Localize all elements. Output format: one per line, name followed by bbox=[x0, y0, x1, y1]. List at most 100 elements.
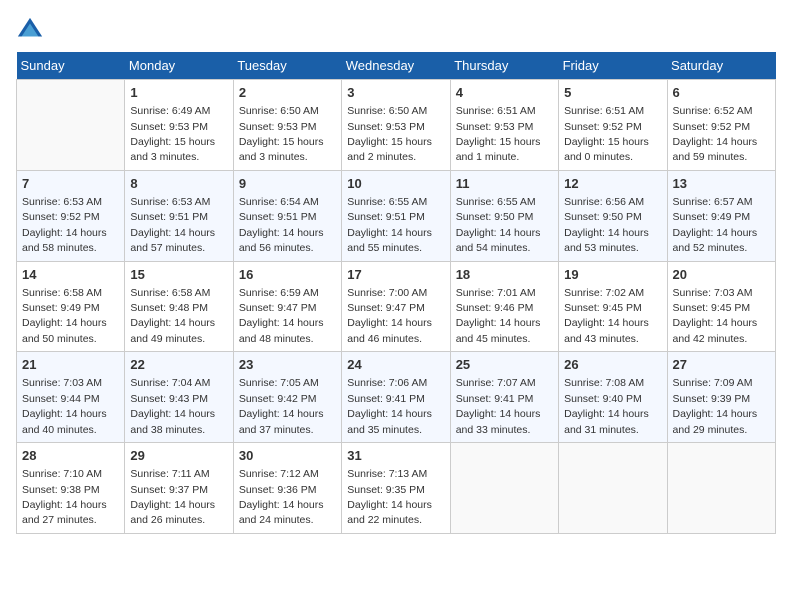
day-info: Sunrise: 6:51 AMSunset: 9:53 PMDaylight:… bbox=[456, 105, 541, 163]
day-number: 18 bbox=[456, 266, 553, 284]
weekday-header-row: SundayMondayTuesdayWednesdayThursdayFrid… bbox=[17, 52, 776, 80]
day-info: Sunrise: 6:58 AMSunset: 9:49 PMDaylight:… bbox=[22, 287, 107, 345]
calendar-cell bbox=[667, 443, 775, 534]
calendar-cell: 2 Sunrise: 6:50 AMSunset: 9:53 PMDaylight… bbox=[233, 80, 341, 171]
calendar-cell: 18 Sunrise: 7:01 AMSunset: 9:46 PMDayligh… bbox=[450, 261, 558, 352]
day-number: 22 bbox=[130, 356, 227, 374]
weekday-header-monday: Monday bbox=[125, 52, 233, 80]
day-info: Sunrise: 6:51 AMSunset: 9:52 PMDaylight:… bbox=[564, 105, 649, 163]
day-number: 7 bbox=[22, 175, 119, 193]
day-number: 29 bbox=[130, 447, 227, 465]
day-number: 17 bbox=[347, 266, 444, 284]
day-info: Sunrise: 7:07 AMSunset: 9:41 PMDaylight:… bbox=[456, 377, 541, 435]
day-number: 20 bbox=[673, 266, 770, 284]
day-number: 11 bbox=[456, 175, 553, 193]
day-number: 30 bbox=[239, 447, 336, 465]
day-info: Sunrise: 6:54 AMSunset: 9:51 PMDaylight:… bbox=[239, 196, 324, 254]
logo bbox=[16, 16, 48, 44]
day-info: Sunrise: 7:04 AMSunset: 9:43 PMDaylight:… bbox=[130, 377, 215, 435]
calendar-cell: 13 Sunrise: 6:57 AMSunset: 9:49 PMDayligh… bbox=[667, 170, 775, 261]
weekday-header-sunday: Sunday bbox=[17, 52, 125, 80]
day-info: Sunrise: 6:49 AMSunset: 9:53 PMDaylight:… bbox=[130, 105, 215, 163]
calendar-week-row: 21 Sunrise: 7:03 AMSunset: 9:44 PMDayligh… bbox=[17, 352, 776, 443]
calendar-cell: 10 Sunrise: 6:55 AMSunset: 9:51 PMDayligh… bbox=[342, 170, 450, 261]
day-info: Sunrise: 6:57 AMSunset: 9:49 PMDaylight:… bbox=[673, 196, 758, 254]
calendar-cell: 20 Sunrise: 7:03 AMSunset: 9:45 PMDayligh… bbox=[667, 261, 775, 352]
day-info: Sunrise: 6:52 AMSunset: 9:52 PMDaylight:… bbox=[673, 105, 758, 163]
calendar-week-row: 28 Sunrise: 7:10 AMSunset: 9:38 PMDayligh… bbox=[17, 443, 776, 534]
weekday-header-tuesday: Tuesday bbox=[233, 52, 341, 80]
day-info: Sunrise: 7:11 AMSunset: 9:37 PMDaylight:… bbox=[130, 468, 215, 526]
calendar-cell: 14 Sunrise: 6:58 AMSunset: 9:49 PMDayligh… bbox=[17, 261, 125, 352]
calendar-cell: 27Sunrise: 7:09 AMSunset: 9:39 PMDayligh… bbox=[667, 352, 775, 443]
calendar-table: SundayMondayTuesdayWednesdayThursdayFrid… bbox=[16, 52, 776, 534]
day-info: Sunrise: 7:13 AMSunset: 9:35 PMDaylight:… bbox=[347, 468, 432, 526]
calendar-cell bbox=[559, 443, 667, 534]
calendar-cell: 26 Sunrise: 7:08 AMSunset: 9:40 PMDayligh… bbox=[559, 352, 667, 443]
calendar-cell: 25 Sunrise: 7:07 AMSunset: 9:41 PMDayligh… bbox=[450, 352, 558, 443]
calendar-cell: 30 Sunrise: 7:12 AMSunset: 9:36 PMDayligh… bbox=[233, 443, 341, 534]
day-number: 21 bbox=[22, 356, 119, 374]
day-info: Sunrise: 7:00 AMSunset: 9:47 PMDaylight:… bbox=[347, 287, 432, 345]
day-info: Sunrise: 6:59 AMSunset: 9:47 PMDaylight:… bbox=[239, 287, 324, 345]
calendar-cell: 3 Sunrise: 6:50 AMSunset: 9:53 PMDaylight… bbox=[342, 80, 450, 171]
day-number: 24 bbox=[347, 356, 444, 374]
calendar-cell: 7 Sunrise: 6:53 AMSunset: 9:52 PMDaylight… bbox=[17, 170, 125, 261]
day-number: 6 bbox=[673, 84, 770, 102]
day-info: Sunrise: 6:55 AMSunset: 9:51 PMDaylight:… bbox=[347, 196, 432, 254]
day-number: 25 bbox=[456, 356, 553, 374]
day-number: 26 bbox=[564, 356, 661, 374]
calendar-cell: 15 Sunrise: 6:58 AMSunset: 9:48 PMDayligh… bbox=[125, 261, 233, 352]
day-number: 2 bbox=[239, 84, 336, 102]
day-number: 1 bbox=[130, 84, 227, 102]
weekday-header-saturday: Saturday bbox=[667, 52, 775, 80]
weekday-header-wednesday: Wednesday bbox=[342, 52, 450, 80]
calendar-cell: 5 Sunrise: 6:51 AMSunset: 9:52 PMDaylight… bbox=[559, 80, 667, 171]
day-info: Sunrise: 6:56 AMSunset: 9:50 PMDaylight:… bbox=[564, 196, 649, 254]
calendar-cell: 1 Sunrise: 6:49 AMSunset: 9:53 PMDaylight… bbox=[125, 80, 233, 171]
day-number: 10 bbox=[347, 175, 444, 193]
calendar-week-row: 14 Sunrise: 6:58 AMSunset: 9:49 PMDayligh… bbox=[17, 261, 776, 352]
day-info: Sunrise: 6:53 AMSunset: 9:52 PMDaylight:… bbox=[22, 196, 107, 254]
calendar-cell: 4Sunrise: 6:51 AMSunset: 9:53 PMDaylight… bbox=[450, 80, 558, 171]
calendar-cell: 11Sunrise: 6:55 AMSunset: 9:50 PMDayligh… bbox=[450, 170, 558, 261]
day-info: Sunrise: 6:50 AMSunset: 9:53 PMDaylight:… bbox=[347, 105, 432, 163]
calendar-cell: 8Sunrise: 6:53 AMSunset: 9:51 PMDaylight… bbox=[125, 170, 233, 261]
weekday-header-thursday: Thursday bbox=[450, 52, 558, 80]
calendar-cell: 22 Sunrise: 7:04 AMSunset: 9:43 PMDayligh… bbox=[125, 352, 233, 443]
day-info: Sunrise: 7:01 AMSunset: 9:46 PMDaylight:… bbox=[456, 287, 541, 345]
day-number: 13 bbox=[673, 175, 770, 193]
calendar-cell: 31Sunrise: 7:13 AMSunset: 9:35 PMDayligh… bbox=[342, 443, 450, 534]
day-number: 19 bbox=[564, 266, 661, 284]
calendar-cell bbox=[17, 80, 125, 171]
day-info: Sunrise: 7:05 AMSunset: 9:42 PMDaylight:… bbox=[239, 377, 324, 435]
day-number: 9 bbox=[239, 175, 336, 193]
day-number: 15 bbox=[130, 266, 227, 284]
day-info: Sunrise: 7:02 AMSunset: 9:45 PMDaylight:… bbox=[564, 287, 649, 345]
day-number: 14 bbox=[22, 266, 119, 284]
calendar-week-row: 7 Sunrise: 6:53 AMSunset: 9:52 PMDaylight… bbox=[17, 170, 776, 261]
calendar-cell: 19 Sunrise: 7:02 AMSunset: 9:45 PMDayligh… bbox=[559, 261, 667, 352]
calendar-cell: 29 Sunrise: 7:11 AMSunset: 9:37 PMDayligh… bbox=[125, 443, 233, 534]
calendar-cell: 6 Sunrise: 6:52 AMSunset: 9:52 PMDaylight… bbox=[667, 80, 775, 171]
day-info: Sunrise: 7:03 AMSunset: 9:44 PMDaylight:… bbox=[22, 377, 107, 435]
calendar-cell: 17 Sunrise: 7:00 AMSunset: 9:47 PMDayligh… bbox=[342, 261, 450, 352]
day-number: 23 bbox=[239, 356, 336, 374]
day-info: Sunrise: 6:58 AMSunset: 9:48 PMDaylight:… bbox=[130, 287, 215, 345]
calendar-cell: 9 Sunrise: 6:54 AMSunset: 9:51 PMDaylight… bbox=[233, 170, 341, 261]
calendar-cell: 24 Sunrise: 7:06 AMSunset: 9:41 PMDayligh… bbox=[342, 352, 450, 443]
day-info: Sunrise: 6:50 AMSunset: 9:53 PMDaylight:… bbox=[239, 105, 324, 163]
day-info: Sunrise: 7:12 AMSunset: 9:36 PMDaylight:… bbox=[239, 468, 324, 526]
day-number: 16 bbox=[239, 266, 336, 284]
calendar-cell: 23 Sunrise: 7:05 AMSunset: 9:42 PMDayligh… bbox=[233, 352, 341, 443]
day-info: Sunrise: 7:03 AMSunset: 9:45 PMDaylight:… bbox=[673, 287, 758, 345]
day-number: 5 bbox=[564, 84, 661, 102]
day-info: Sunrise: 7:10 AMSunset: 9:38 PMDaylight:… bbox=[22, 468, 107, 526]
day-number: 3 bbox=[347, 84, 444, 102]
day-info: Sunrise: 7:06 AMSunset: 9:41 PMDaylight:… bbox=[347, 377, 432, 435]
calendar-cell: 12Sunrise: 6:56 AMSunset: 9:50 PMDayligh… bbox=[559, 170, 667, 261]
day-number: 28 bbox=[22, 447, 119, 465]
page-header bbox=[16, 16, 776, 44]
day-info: Sunrise: 7:08 AMSunset: 9:40 PMDaylight:… bbox=[564, 377, 649, 435]
day-info: Sunrise: 7:09 AMSunset: 9:39 PMDaylight:… bbox=[673, 377, 758, 435]
